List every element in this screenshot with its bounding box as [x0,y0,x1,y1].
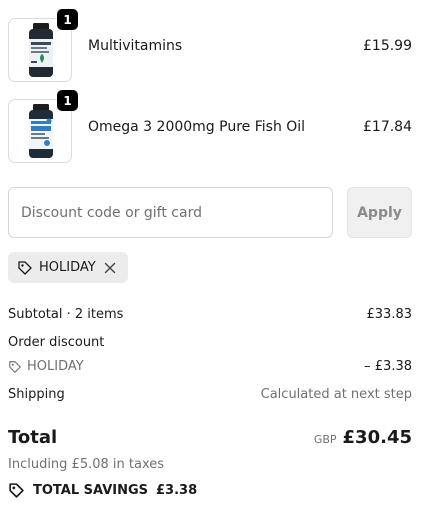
applied-discount-chip: HOLIDAY [8,252,128,283]
quantity-badge: 1 [57,90,78,111]
total-price: GBP £30.45 [314,427,412,448]
tag-icon [9,360,21,373]
savings-amount: £3.38 [156,483,198,498]
product-name: Omega 3 2000mg Pure Fish Oil [88,119,306,135]
remove-code-button[interactable] [104,262,116,274]
applied-code-label: HOLIDAY [39,260,96,275]
total-amount: £30.45 [342,427,412,448]
product-name: Multivitamins [88,38,183,54]
discount-code-line: HOLIDAY [8,359,84,374]
apply-discount-button[interactable]: Apply [347,187,412,238]
shipping-value: Calculated at next step [260,387,412,402]
product-price: £15.99 [363,38,412,54]
total-currency: GBP [313,433,337,446]
total-label: Total [8,427,58,448]
line-item-omega3: 1 Omega 3 2000mg Pure Fish Oil £17.84 [8,90,412,163]
subtotal-label: Subtotal · 2 items [8,307,124,322]
discount-code-name: HOLIDAY [27,359,84,374]
discount-code-row: HOLIDAY – £3.38 [8,359,412,378]
total-savings: TOTAL SAVINGS £3.38 [8,482,197,499]
savings-label: TOTAL SAVINGS [33,483,149,498]
product-thumbnail: 1 [8,9,78,82]
product-price: £17.84 [363,119,412,135]
shipping-row: Shipping Calculated at next step [8,387,412,402]
subtotal-value: £33.83 [366,307,413,322]
order-discount-label: Order discount [8,335,105,350]
discount-code-input[interactable] [8,187,333,238]
line-item-multivitamins: 1 Multivitamins £15.99 [8,9,412,82]
product-thumbnail: 1 [8,90,78,163]
discount-value: – £3.38 [364,359,412,374]
order-discount-row: Order discount [8,335,412,350]
tag-icon [18,260,32,275]
shipping-label: Shipping [8,387,65,402]
close-icon [104,262,115,273]
taxes-note: Including £5.08 in taxes [8,457,165,472]
quantity-badge: 1 [57,9,78,30]
tag-icon [9,483,24,498]
subtotal-row: Subtotal · 2 items £33.83 [8,307,412,322]
